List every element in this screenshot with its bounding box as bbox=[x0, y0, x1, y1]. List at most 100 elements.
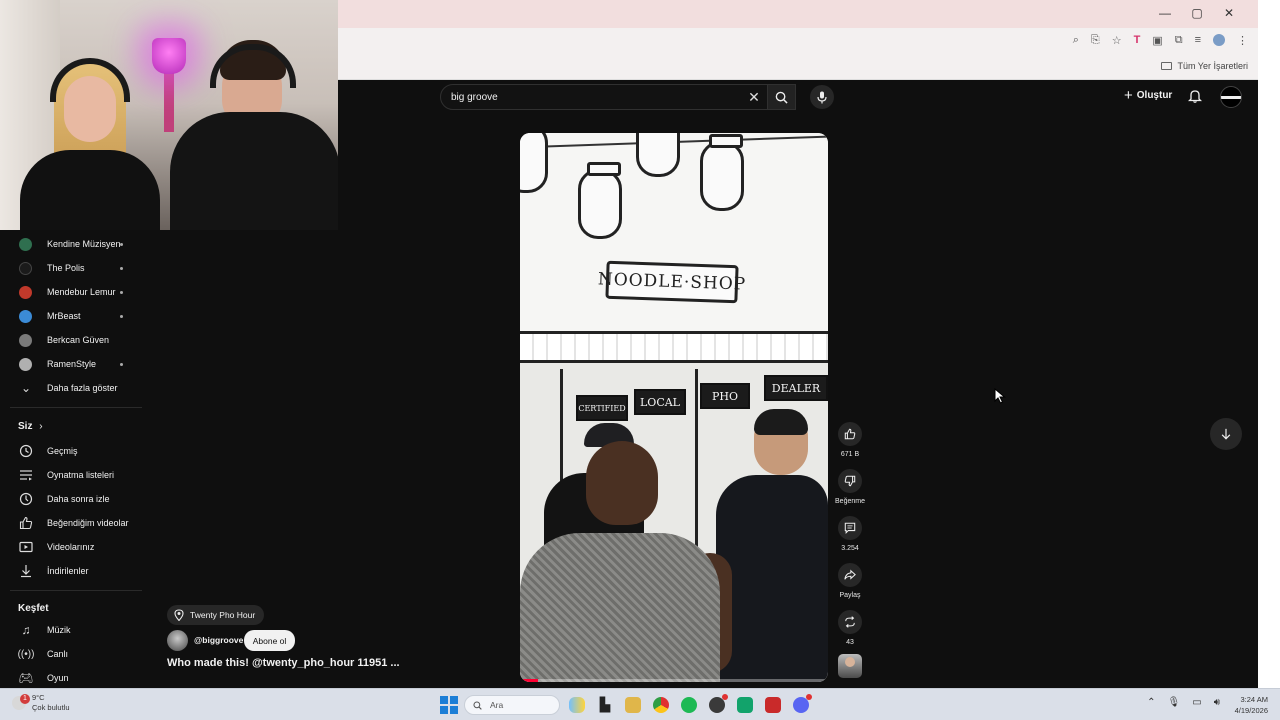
maximize-button[interactable]: ▢ bbox=[1190, 6, 1204, 20]
video-progress-bar[interactable] bbox=[520, 679, 828, 682]
comments-action[interactable]: 3.254 bbox=[838, 516, 862, 552]
bookmarks-bar: Tüm Yer İşaretleri bbox=[338, 56, 1258, 80]
video-person bbox=[520, 433, 732, 682]
sidebar-item-downloads[interactable]: İndirilenler bbox=[0, 560, 142, 582]
watch-later-icon bbox=[19, 492, 33, 506]
search-icon bbox=[473, 700, 482, 710]
all-bookmarks-label: Tüm Yer İşaretleri bbox=[1177, 61, 1248, 71]
sidebar-subscription[interactable]: RamenStyle bbox=[0, 353, 142, 375]
chevron-up-icon[interactable]: ⌃ bbox=[1147, 697, 1155, 708]
short-video-player[interactable]: NOODLE·SHOP CERTIFIED LOCAL PHO DEALER bbox=[520, 133, 828, 682]
taskbar-app-discord[interactable] bbox=[790, 694, 812, 716]
dislike-button[interactable] bbox=[838, 469, 862, 493]
show-more-button[interactable]: ⌄ Daha fazla göster bbox=[0, 377, 142, 399]
share-action[interactable]: Paylaş bbox=[838, 563, 862, 599]
remix-action[interactable]: 43 bbox=[838, 610, 862, 646]
sidebar-item-music[interactable]: ♫ Müzik bbox=[0, 619, 142, 641]
new-content-dot bbox=[120, 290, 123, 294]
start-button[interactable] bbox=[440, 696, 458, 714]
like-action[interactable]: 671 B bbox=[838, 422, 862, 458]
sidebar-item-label: MrBeast bbox=[47, 311, 81, 321]
search-input[interactable]: big groove bbox=[451, 92, 741, 103]
close-button[interactable]: ✕ bbox=[1222, 6, 1236, 20]
sidebar-item-label: Mendebur Lemur bbox=[47, 287, 116, 297]
dislike-action[interactable]: Beğenme bbox=[835, 469, 865, 505]
sidebar-subscription[interactable]: Mendebur Lemur bbox=[0, 281, 142, 303]
video-title[interactable]: Who made this! @twenty_pho_hour 11951 ..… bbox=[167, 657, 400, 669]
webcam-overlay bbox=[0, 0, 338, 230]
sidebar-item-your-videos[interactable]: Videolarınız bbox=[0, 536, 142, 558]
explore-section-header: Keşfet bbox=[18, 603, 49, 614]
sidebar: Kendine Müzisyen The Polis Mendebur Lemu… bbox=[0, 230, 145, 688]
playlists-icon bbox=[20, 470, 32, 481]
weather-widget[interactable]: 1 9°C Çok bulutlu bbox=[12, 693, 70, 713]
taskbar-app-file-explorer[interactable] bbox=[622, 694, 644, 716]
taskbar-search[interactable]: Ara bbox=[464, 695, 560, 715]
subscribe-button[interactable]: Abone ol bbox=[244, 630, 295, 651]
extension-gray-icon[interactable]: ▣ bbox=[1152, 34, 1162, 47]
comment-count: 3.254 bbox=[841, 545, 859, 552]
lantern bbox=[520, 133, 548, 193]
taskbar-app-obs[interactable] bbox=[706, 694, 728, 716]
thumbs-up-icon bbox=[844, 428, 856, 440]
sidebar-subscription[interactable]: The Polis bbox=[0, 257, 142, 279]
sidebar-subscription[interactable]: Berkcan Güven bbox=[0, 329, 142, 351]
taskbar-app-green[interactable] bbox=[734, 694, 756, 716]
terminal-icon: ▙ bbox=[600, 697, 610, 712]
search-button[interactable] bbox=[768, 84, 796, 110]
video-person bbox=[716, 409, 828, 682]
channel-avatar bbox=[19, 261, 32, 275]
taskbar-app-widgets[interactable] bbox=[566, 694, 588, 716]
create-button[interactable]: + Oluştur bbox=[1124, 88, 1172, 103]
clock[interactable]: 3:24 AM 4/19/2026 bbox=[1235, 694, 1268, 716]
sidebar-item-gaming[interactable]: 🎮︎ Oyun bbox=[0, 667, 142, 689]
media-icon[interactable]: ≡ bbox=[1195, 34, 1201, 47]
speaker-icon[interactable]: 🔊︎ bbox=[1214, 697, 1220, 708]
sidebar-item-playlists[interactable]: Oynatma listeleri bbox=[0, 464, 142, 486]
dislike-label: Beğenme bbox=[835, 498, 865, 505]
extension-red-icon[interactable]: T bbox=[1134, 34, 1141, 47]
clear-search-icon[interactable]: ✕ bbox=[741, 89, 767, 106]
display-icon[interactable]: ▭ bbox=[1192, 697, 1201, 708]
remix-button[interactable] bbox=[838, 610, 862, 634]
zoom-icon[interactable]: ⌕ bbox=[1073, 34, 1079, 47]
sidebar-item-live[interactable]: ((•)) Canlı bbox=[0, 643, 142, 665]
share-button[interactable] bbox=[838, 563, 862, 587]
sidebar-subscription[interactable]: MrBeast bbox=[0, 305, 142, 327]
menu-icon[interactable]: ⋮ bbox=[1237, 34, 1248, 47]
voice-search-button[interactable] bbox=[810, 85, 834, 109]
channel-avatar bbox=[19, 285, 32, 299]
sidebar-item-history[interactable]: Geçmiş bbox=[0, 440, 142, 462]
comments-button[interactable] bbox=[838, 516, 862, 540]
sidebar-item-liked[interactable]: Beğendiğim videolar bbox=[0, 512, 142, 534]
webcam-person-right bbox=[170, 40, 338, 230]
sound-thumbnail[interactable] bbox=[838, 654, 862, 678]
profile-icon[interactable] bbox=[1213, 34, 1225, 46]
search-box[interactable]: big groove ✕ bbox=[440, 84, 768, 110]
all-bookmarks[interactable]: Tüm Yer İşaretleri bbox=[1161, 61, 1248, 71]
taskbar-app-chrome[interactable] bbox=[650, 694, 672, 716]
taskbar-app-spotify[interactable] bbox=[678, 694, 700, 716]
sidebar-item-label: The Polis bbox=[47, 263, 85, 273]
sidebar-item-watch-later[interactable]: Daha sonra izle bbox=[0, 488, 142, 510]
lantern bbox=[578, 162, 622, 239]
channel-avatar[interactable] bbox=[167, 630, 188, 651]
install-icon[interactable]: ⎘ bbox=[1091, 34, 1100, 47]
liked-icon bbox=[19, 516, 33, 530]
extensions-icon[interactable]: ⧉ bbox=[1175, 34, 1183, 47]
arrow-down-icon bbox=[1221, 428, 1231, 440]
divider bbox=[10, 590, 142, 591]
location-chip[interactable]: Twenty Pho Hour bbox=[167, 605, 265, 625]
taskbar-app-terminal[interactable]: ▙ bbox=[594, 694, 616, 716]
star-icon[interactable]: ☆ bbox=[1112, 34, 1122, 47]
microphone-icon[interactable]: 🎙︎ bbox=[1168, 697, 1181, 708]
sidebar-subscription[interactable]: Kendine Müzisyen bbox=[0, 233, 142, 255]
minimize-button[interactable]: — bbox=[1158, 6, 1172, 20]
next-short-button[interactable] bbox=[1210, 418, 1242, 450]
channel-name[interactable]: @biggroove bbox=[194, 635, 243, 645]
notifications-bell-icon[interactable] bbox=[1188, 89, 1202, 103]
account-avatar[interactable] bbox=[1220, 86, 1242, 108]
you-section-header[interactable]: Siz › bbox=[18, 421, 43, 432]
taskbar-app-red[interactable] bbox=[762, 694, 784, 716]
like-button[interactable] bbox=[838, 422, 862, 446]
